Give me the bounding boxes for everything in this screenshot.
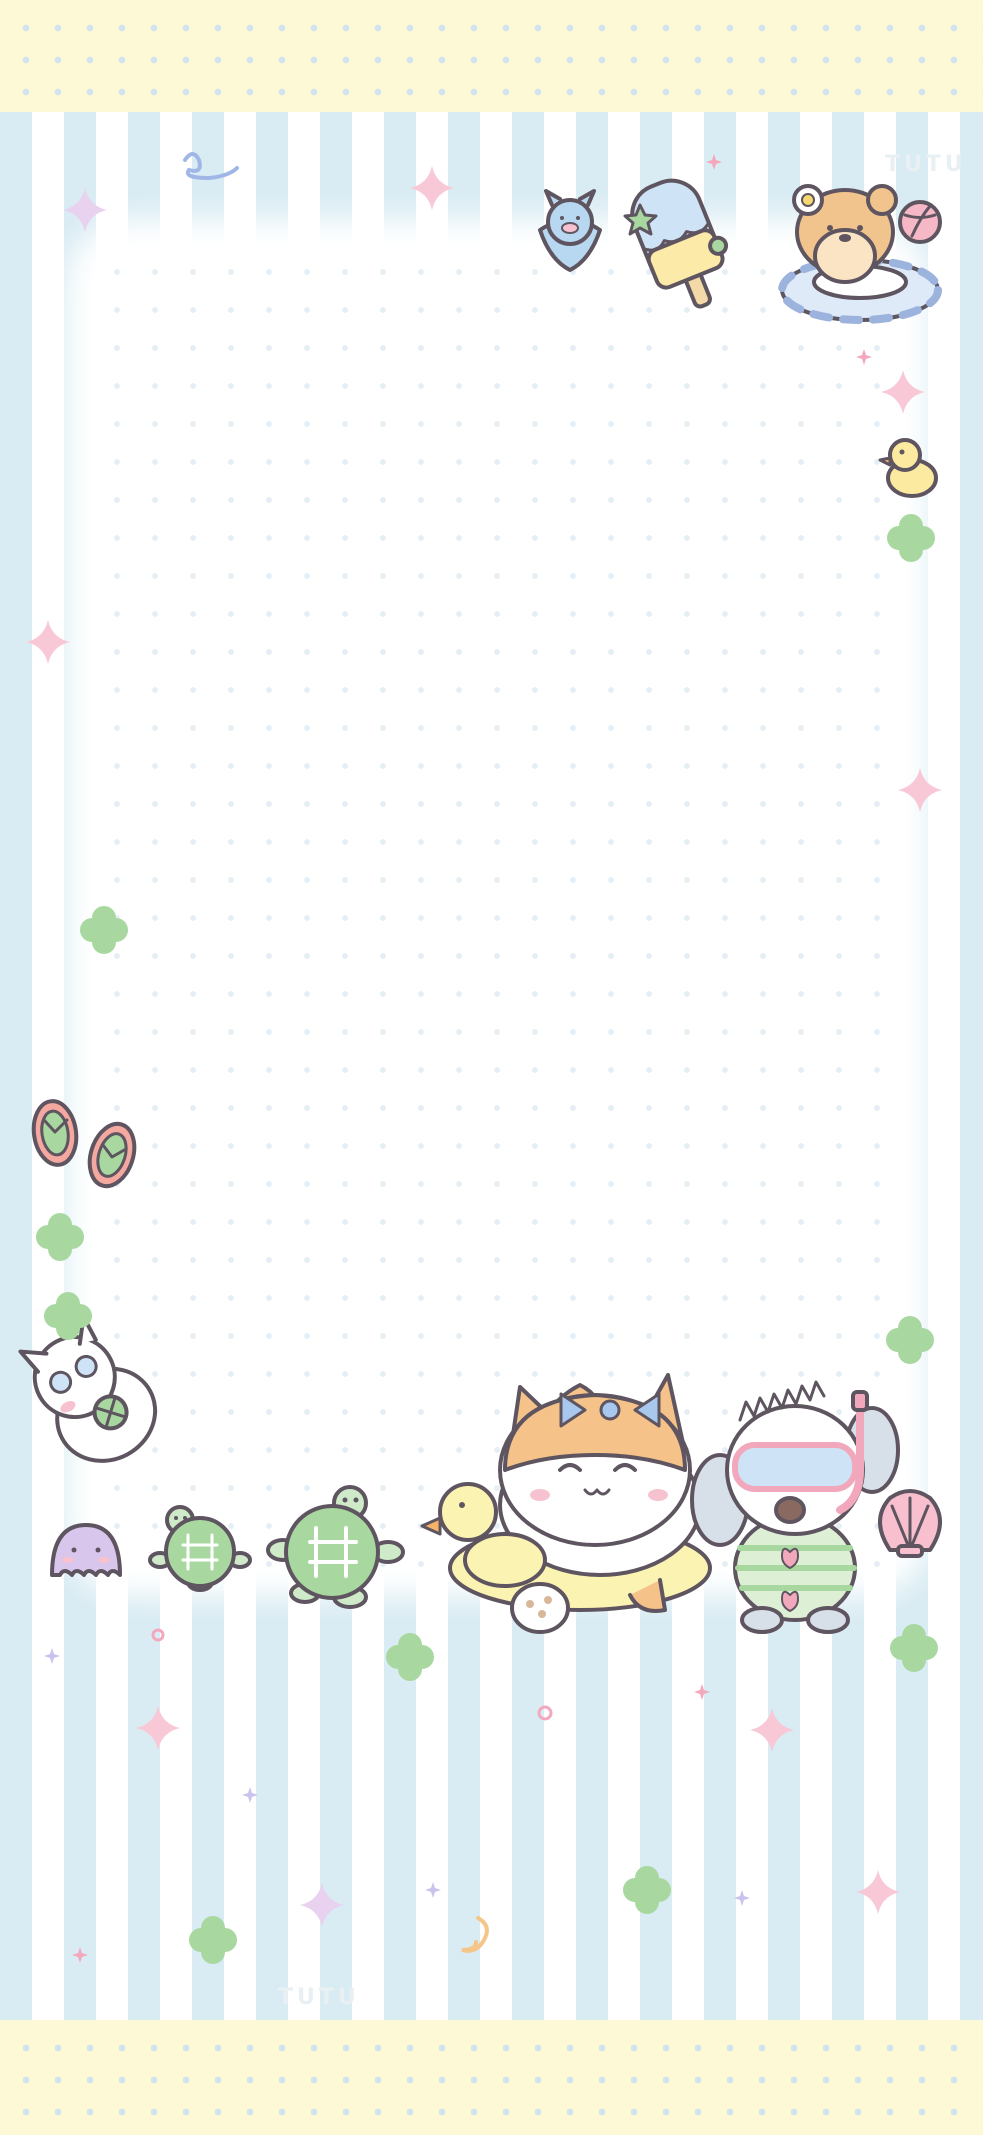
sparkle-icon: [26, 166, 942, 1914]
dot-ring-icon: [151, 1628, 165, 1642]
bear-float-icon: [778, 184, 942, 324]
sandals-icon: [31, 1099, 137, 1189]
snorkel-dog-icon: [690, 1380, 900, 1634]
wallpaper: TUTU TUTU: [0, 0, 983, 2135]
dot-ring-icon: [537, 1705, 553, 1721]
swirl-icon: [461, 1916, 489, 1953]
turtle-icon: [148, 1505, 252, 1592]
swirl-icon: [183, 152, 239, 181]
clover-icon: [36, 514, 938, 1964]
octopus-icon: [50, 1523, 122, 1577]
turtle-icon: [266, 1485, 405, 1609]
sunglasses-cat-icon: [18, 1314, 158, 1463]
duck-icon: [878, 438, 938, 498]
sparkle-icon: [44, 154, 872, 1963]
popsicle-icon: [630, 178, 729, 309]
shell-icon: [878, 1489, 942, 1558]
cat-duck-float-icon: [420, 1373, 712, 1634]
sparkle-icon: [63, 188, 344, 1927]
bird-icon: [538, 189, 602, 272]
illustration-layer: [18, 152, 942, 1964]
